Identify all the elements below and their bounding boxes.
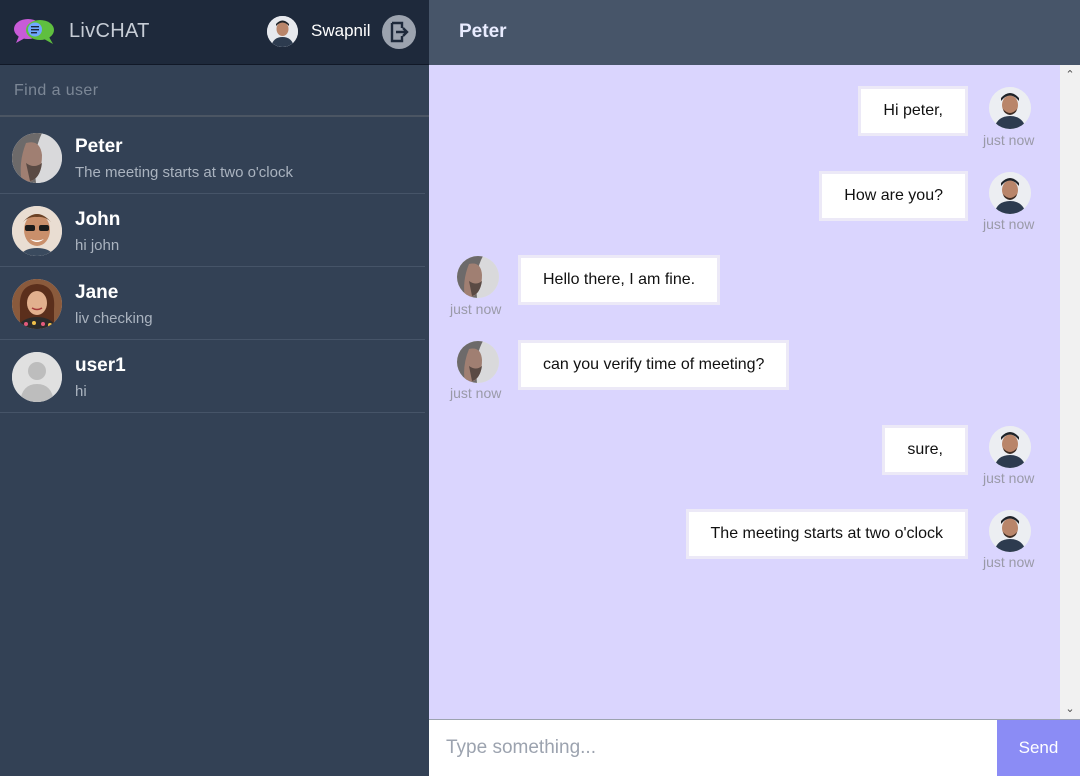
message-time: just now bbox=[983, 132, 1035, 148]
sidebar: LivCHAT Swapnil Find a user Peter The me… bbox=[0, 0, 429, 776]
message-time: just now bbox=[983, 216, 1035, 232]
app-name: LivCHAT bbox=[69, 20, 150, 42]
message-time: just now bbox=[983, 470, 1035, 486]
user-list-item-user1[interactable]: user1 hi bbox=[0, 340, 425, 413]
message-bubble-sent: The meeting starts at two o'clock bbox=[685, 509, 968, 559]
current-user-name: Swapnil bbox=[311, 21, 371, 40]
person-avatar-icon bbox=[12, 133, 62, 183]
message-time: just now bbox=[450, 301, 502, 317]
user1-avatar bbox=[12, 352, 62, 402]
user-list-item-john[interactable]: John hi john bbox=[0, 194, 425, 267]
person-avatar-icon bbox=[989, 426, 1031, 468]
sender-avatar bbox=[457, 341, 499, 383]
chevron-down-icon[interactable]: ⌄ bbox=[1065, 704, 1075, 715]
message-list: Hi peter, just now How are you? just now… bbox=[429, 65, 1060, 719]
chat-header: Peter bbox=[429, 0, 1080, 65]
sender-avatar bbox=[989, 87, 1031, 129]
person-avatar-icon bbox=[12, 279, 62, 329]
user-name: John bbox=[75, 209, 121, 230]
logout-icon bbox=[390, 21, 409, 43]
message-bubble-received: can you verify time of meeting? bbox=[518, 340, 790, 390]
user-last-message: The meeting starts at two o'clock bbox=[75, 164, 293, 181]
person-avatar-icon bbox=[989, 87, 1031, 129]
person-avatar-icon bbox=[267, 16, 298, 47]
chat-bubbles-logo-icon bbox=[14, 19, 54, 44]
jane-avatar bbox=[12, 279, 62, 329]
message-bubble-sent: sure, bbox=[882, 425, 968, 475]
send-button[interactable]: Send bbox=[997, 720, 1080, 776]
user-name: Jane bbox=[75, 282, 119, 303]
user-list-item-peter[interactable]: Peter The meeting starts at two o'clock bbox=[0, 121, 425, 194]
sender-avatar bbox=[989, 426, 1031, 468]
user-list-item-jane[interactable]: Jane liv checking bbox=[0, 267, 425, 340]
user-last-message: hi bbox=[75, 383, 87, 400]
user-last-message: liv checking bbox=[75, 310, 153, 327]
logout-button[interactable] bbox=[382, 15, 416, 49]
person-avatar-icon bbox=[457, 256, 499, 298]
message-time: just now bbox=[450, 385, 502, 401]
chevron-up-icon[interactable]: ⌃ bbox=[1065, 70, 1075, 81]
chat-title: Peter bbox=[459, 21, 507, 42]
user-last-message: hi john bbox=[75, 237, 120, 254]
person-avatar-icon bbox=[12, 206, 62, 256]
user-name: Peter bbox=[75, 136, 123, 157]
john-avatar bbox=[12, 206, 62, 256]
message-composer: Send bbox=[429, 719, 1080, 776]
user-search bbox=[0, 66, 429, 117]
default-user-icon bbox=[12, 352, 62, 402]
message-bubble-sent: Hi peter, bbox=[858, 86, 968, 136]
user-list: Peter The meeting starts at two o'clock … bbox=[0, 121, 425, 413]
user-name: user1 bbox=[75, 355, 126, 376]
peter-avatar bbox=[12, 133, 62, 183]
message-input[interactable] bbox=[429, 720, 997, 776]
person-avatar-icon bbox=[457, 341, 499, 383]
message-scrollbar[interactable]: ⌃ ⌄ bbox=[1060, 65, 1080, 719]
sender-avatar bbox=[989, 510, 1031, 552]
message-bubble-received: Hello there, I am fine. bbox=[518, 255, 721, 305]
sender-avatar bbox=[457, 256, 499, 298]
message-bubble-sent: How are you? bbox=[819, 171, 968, 221]
current-user-avatar[interactable] bbox=[267, 16, 298, 47]
person-avatar-icon bbox=[989, 172, 1031, 214]
sender-avatar bbox=[989, 172, 1031, 214]
find-user-input[interactable] bbox=[0, 66, 429, 115]
sidebar-header: LivCHAT Swapnil bbox=[0, 0, 429, 65]
message-time: just now bbox=[983, 554, 1035, 570]
person-avatar-icon bbox=[989, 510, 1031, 552]
